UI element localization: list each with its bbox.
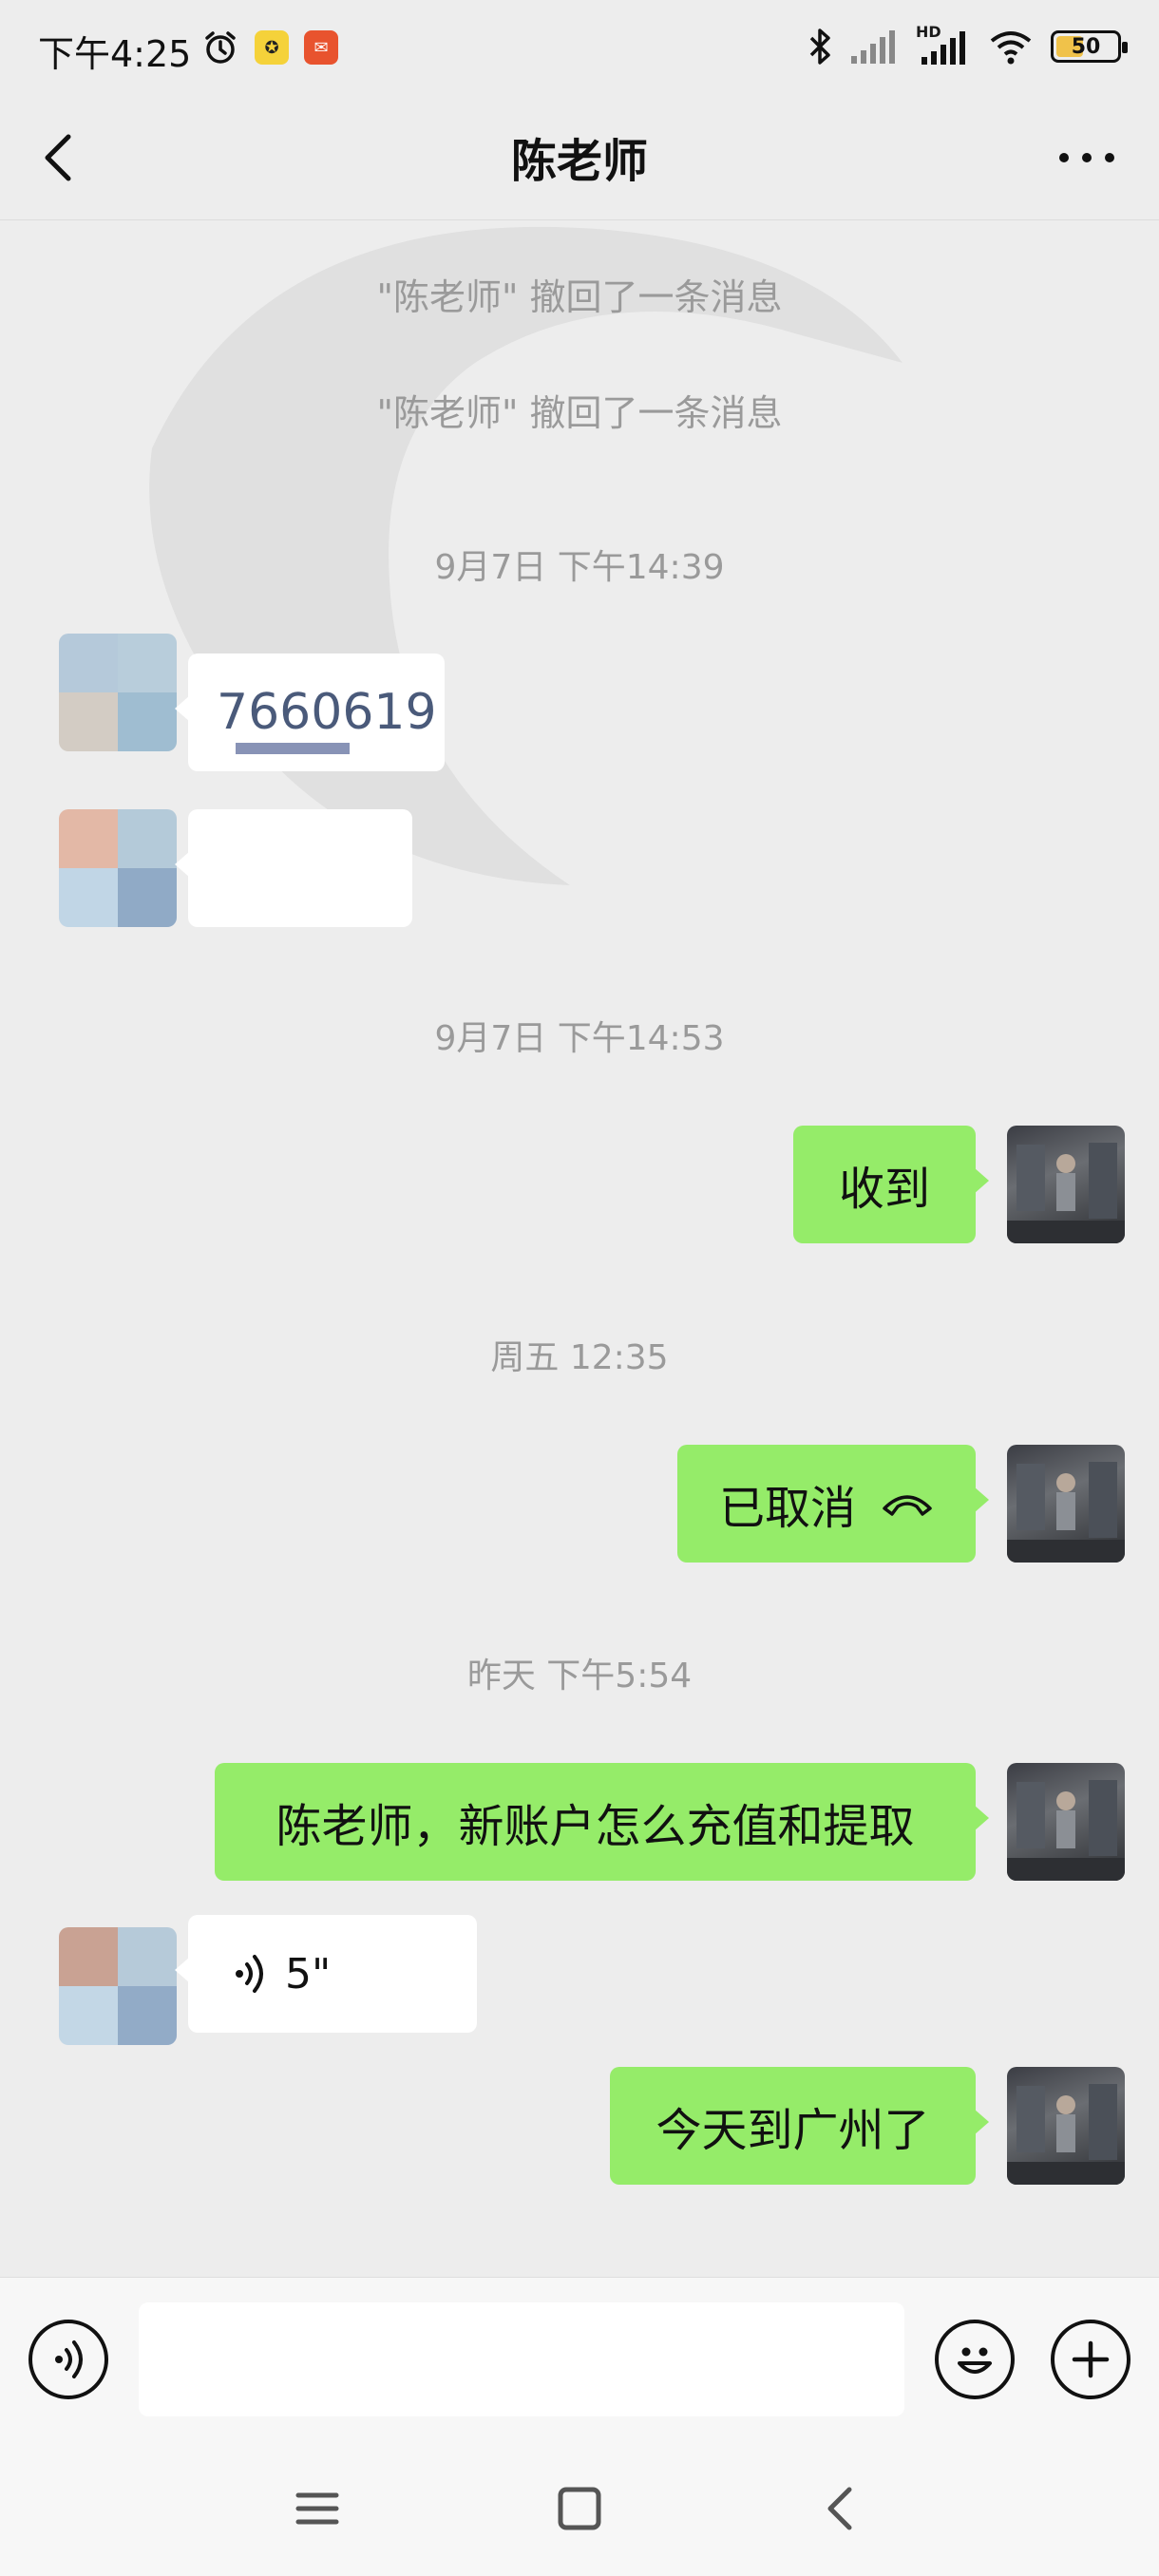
voice-duration: 5"	[285, 1949, 332, 1998]
avatar-photo	[1007, 1143, 1125, 1243]
avatar[interactable]	[59, 1927, 177, 2045]
back-icon[interactable]	[813, 2480, 870, 2537]
message-text: 已取消	[718, 1482, 856, 1535]
message-text: 陈老师，新账户怎么充值和提取	[276, 1800, 915, 1853]
hd-label: HD	[916, 23, 941, 41]
chat-title: 陈老师	[510, 135, 648, 188]
message-input[interactable]	[139, 2302, 904, 2416]
redaction-bar	[236, 743, 350, 754]
status-icons-left: ✪ ✉	[201, 28, 338, 66]
call-cancelled-bubble[interactable]: 已取消	[677, 1445, 989, 1563]
time-label: 昨天 下午5:54	[466, 1657, 693, 1695]
message-text: 今天到广州了	[656, 2104, 930, 2157]
voice-message-bubble[interactable]: 5"	[175, 1915, 477, 2033]
hd-signal: HD	[916, 23, 971, 66]
avatar-photo	[1007, 1462, 1125, 1563]
chat-header: 陈老师	[0, 95, 1159, 220]
system-nav-bar	[0, 2438, 1159, 2576]
recall-notice: "陈老师" 撤回了一条消息	[376, 276, 783, 318]
status-icons-right: HD 50	[808, 23, 1128, 66]
message-bubble-outgoing[interactable]: 收到	[793, 1126, 989, 1243]
app-notification-icon-2: ✉	[304, 30, 338, 65]
plus-icon	[1072, 2340, 1110, 2378]
message-text: 7660619	[217, 684, 437, 741]
emoji-icon	[958, 2347, 992, 2374]
avatar-mosaic	[59, 634, 177, 751]
avatar[interactable]	[59, 809, 177, 927]
status-bar: 下午4:25 ✪ ✉ HD 50	[0, 0, 1159, 95]
message-bubble-outgoing[interactable]: 今天到广州了	[610, 2067, 989, 2185]
avatar[interactable]	[59, 634, 177, 751]
self-avatar[interactable]	[1007, 1445, 1125, 1563]
battery-level: 50	[1071, 34, 1101, 59]
emoji-button[interactable]	[935, 2320, 1015, 2399]
recall-notice: "陈老师" 撤回了一条消息	[376, 392, 783, 434]
message-bubble-incoming[interactable]: 7660619	[175, 653, 445, 771]
self-avatar[interactable]	[1007, 1763, 1125, 1881]
self-avatar[interactable]	[1007, 2067, 1125, 2185]
self-avatar[interactable]	[1007, 1126, 1125, 1243]
status-time: 下午4:25	[38, 33, 192, 75]
voice-toggle-button[interactable]	[28, 2320, 108, 2399]
message-text: 收到	[838, 1163, 930, 1216]
time-label: 9月7日 下午14:39	[434, 548, 725, 587]
chat-message-list[interactable]: "陈老师" 撤回了一条消息 "陈老师" 撤回了一条消息 9月7日 下午14:39…	[0, 220, 1159, 2277]
voice-toggle-icon	[55, 2340, 83, 2378]
avatar-photo	[1007, 1780, 1125, 1881]
avatar-photo	[1007, 2084, 1125, 2185]
phone-hangup-icon	[883, 1495, 932, 1516]
avatar-mosaic	[59, 809, 177, 927]
time-label: 9月7日 下午14:53	[434, 1019, 725, 1058]
time-label: 周五 12:35	[490, 1338, 669, 1377]
alarm-icon	[205, 31, 236, 64]
more-dots-icon[interactable]	[1053, 129, 1121, 186]
message-bubble-incoming[interactable]	[175, 809, 412, 927]
signal-icon	[851, 30, 895, 64]
menu-icon[interactable]	[289, 2480, 346, 2537]
bluetooth-icon	[809, 28, 830, 65]
avatar-mosaic	[59, 1927, 177, 2045]
battery-indicator: 50	[1051, 30, 1128, 63]
plus-button[interactable]	[1051, 2320, 1130, 2399]
wifi-icon	[990, 31, 1032, 65]
voice-wave-icon	[236, 1955, 263, 1993]
home-icon[interactable]	[551, 2480, 608, 2537]
message-input-bar	[0, 2277, 1159, 2438]
message-bubble-outgoing[interactable]: 陈老师，新账户怎么充值和提取	[215, 1763, 989, 1881]
app-notification-icon: ✪	[255, 30, 289, 65]
